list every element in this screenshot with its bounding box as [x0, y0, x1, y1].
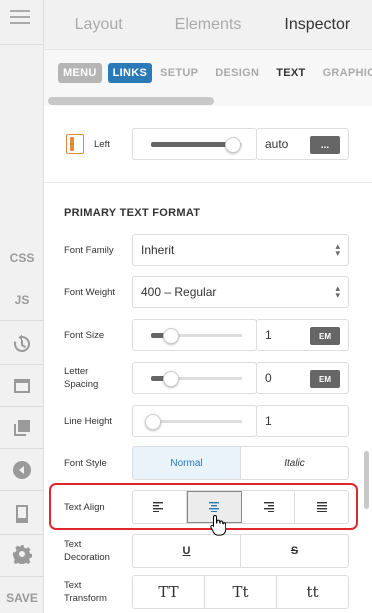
text-decoration-row: Text Decoration U S — [64, 534, 350, 568]
horizontal-scrollbar[interactable] — [44, 96, 372, 106]
hand-cursor-icon — [210, 514, 226, 536]
inspector-panel: Left auto ... PRIMARY TEXT FORMAT Font F… — [44, 106, 372, 613]
letter-spacing-value: 0 — [265, 371, 272, 385]
strikethrough-button[interactable]: S — [241, 535, 348, 567]
divider — [0, 576, 44, 577]
divider — [44, 182, 372, 183]
font-style-italic[interactable]: Italic — [241, 447, 348, 479]
font-family-select[interactable]: Inherit ▴ ▾ — [132, 234, 349, 266]
top-tab-bar: Layout Elements Inspector — [44, 0, 372, 50]
tab-elements[interactable]: Elements — [153, 16, 262, 34]
font-family-row: Font Family Inherit ▴ ▾ — [64, 234, 350, 266]
section-title: PRIMARY TEXT FORMAT — [64, 207, 201, 219]
font-size-value: 1 — [265, 328, 272, 342]
text-transform-row: Text Transform TT Tt tt — [64, 575, 350, 609]
font-family-value: Inherit — [141, 243, 175, 257]
underline-button[interactable]: U — [133, 535, 241, 567]
highlight-annotation — [49, 483, 358, 530]
font-family-label: Font Family — [64, 245, 114, 256]
divider — [0, 490, 44, 491]
font-style-label: Font Style — [64, 458, 107, 469]
font-size-label: Font Size — [64, 330, 105, 341]
preview-icon[interactable] — [0, 450, 44, 490]
layers-icon[interactable] — [0, 408, 44, 448]
letter-spacing-row: Letter Spacing 0 EM — [64, 362, 350, 394]
chevron-up-down-icon: ▴ ▾ — [335, 283, 340, 300]
text-decoration-toggle: U S — [132, 534, 349, 568]
font-weight-select[interactable]: 400 – Regular ▴ ▾ — [132, 276, 349, 308]
tab-inspector[interactable]: Inspector — [263, 16, 372, 34]
tab-setup[interactable]: SETUP — [160, 67, 198, 79]
unit-button[interactable]: EM — [310, 327, 340, 345]
lowercase-button[interactable]: tt — [277, 576, 348, 608]
hamburger-menu-icon[interactable] — [10, 10, 30, 26]
history-icon[interactable] — [0, 324, 44, 364]
divider — [0, 44, 44, 45]
font-size-field[interactable]: 1 EM — [256, 319, 349, 351]
divider — [0, 406, 44, 407]
font-style-normal[interactable]: Normal — [133, 447, 241, 479]
save-button[interactable]: SAVE — [0, 578, 44, 613]
uppercase-button[interactable]: TT — [133, 576, 205, 608]
capitalize-button[interactable]: Tt — [205, 576, 277, 608]
tab-links[interactable]: LINKS — [107, 63, 153, 83]
tab-layout[interactable]: Layout — [44, 16, 153, 34]
vertical-scrollbar[interactable] — [364, 451, 369, 509]
divider — [0, 448, 44, 449]
js-button[interactable]: JS — [0, 280, 44, 320]
window-icon[interactable] — [0, 366, 44, 406]
tab-design[interactable]: DESIGN — [215, 67, 259, 79]
divider — [0, 364, 44, 365]
font-weight-value: 400 – Regular — [141, 285, 217, 299]
more-options-button[interactable]: ... — [310, 136, 340, 154]
sub-tab-bar: MENU LINKS SETUP DESIGN TEXT GRAPHICS — [44, 50, 372, 96]
font-size-row: Font Size 1 EM — [64, 319, 350, 351]
text-transform-toggle: TT Tt tt — [132, 575, 349, 609]
line-height-value: 1 — [265, 414, 272, 428]
device-icon[interactable] — [0, 494, 44, 534]
tab-menu[interactable]: MENU — [58, 63, 102, 83]
left-side-icon — [66, 134, 84, 154]
left-value: auto — [265, 137, 289, 151]
letter-spacing-field[interactable]: 0 EM — [256, 362, 349, 394]
letter-spacing-label: Letter Spacing — [64, 366, 99, 390]
divider — [0, 320, 44, 321]
left-label: Left — [94, 139, 110, 150]
font-style-toggle: Normal Italic — [132, 446, 349, 480]
scrollbar-thumb[interactable] — [48, 97, 214, 105]
line-height-slider[interactable] — [132, 405, 257, 437]
gear-icon[interactable] — [0, 534, 44, 574]
position-left-row: Left auto ... — [64, 128, 350, 160]
letter-spacing-slider[interactable] — [132, 362, 257, 394]
css-button[interactable]: CSS — [0, 238, 44, 278]
line-height-field[interactable]: 1 — [256, 405, 349, 437]
left-value-field[interactable]: auto ... — [256, 128, 349, 160]
text-decoration-label: Text Decoration — [64, 539, 110, 563]
font-weight-row: Font Weight 400 – Regular ▴ ▾ — [64, 276, 350, 308]
text-transform-label: Text Transform — [64, 580, 107, 604]
left-slider[interactable] — [132, 128, 257, 160]
tab-text[interactable]: TEXT — [276, 67, 305, 79]
tab-graphics[interactable]: GRAPHICS — [323, 67, 372, 79]
unit-button[interactable]: EM — [310, 370, 340, 388]
font-style-row: Font Style Normal Italic — [64, 446, 350, 480]
font-size-slider[interactable] — [132, 319, 257, 351]
chevron-up-down-icon: ▴ ▾ — [335, 241, 340, 258]
line-height-label: Line Height — [64, 416, 113, 427]
left-rail: CSS JS SAVE — [0, 0, 44, 613]
font-weight-label: Font Weight — [64, 287, 116, 298]
line-height-row: Line Height 1 — [64, 405, 350, 437]
